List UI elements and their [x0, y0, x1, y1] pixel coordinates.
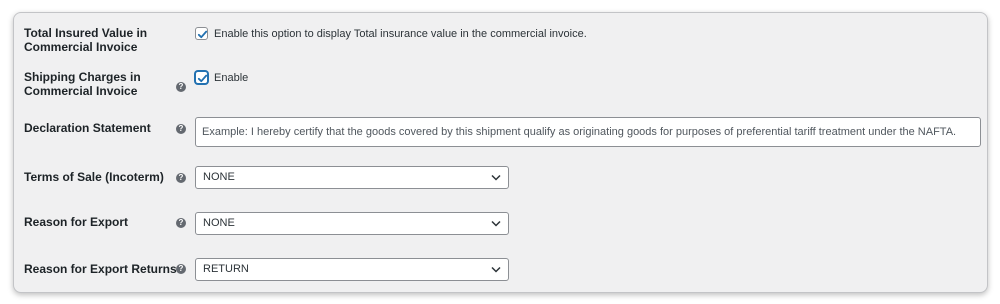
insured-value-checkbox-text: Enable this option to display Total insu…: [214, 28, 587, 40]
checkmark-icon: [197, 30, 208, 39]
question-icon[interactable]: ?: [176, 264, 186, 274]
settings-panel: Total Insured Value in Commercial Invoic…: [13, 12, 988, 293]
question-icon[interactable]: ?: [176, 82, 186, 92]
insured-value-checkbox[interactable]: [195, 27, 208, 40]
question-icon[interactable]: ?: [176, 218, 186, 228]
chevron-down-icon: [491, 220, 501, 227]
terms-of-sale-label: Terms of Sale (Incoterm): [24, 170, 164, 184]
reason-for-export-returns-label: Reason for Export Returns: [24, 262, 177, 276]
question-icon[interactable]: ?: [176, 124, 186, 134]
reason-for-export-value: NONE: [203, 217, 235, 229]
declaration-statement-input[interactable]: Example: I hereby certify that the goods…: [195, 117, 981, 147]
checkmark-icon: [197, 74, 208, 83]
reason-for-export-returns-select[interactable]: RETURN: [195, 258, 509, 281]
insured-value-label: Total Insured Value in Commercial Invoic…: [24, 26, 148, 54]
chevron-down-icon: [491, 266, 501, 273]
shipping-charges-checkbox[interactable]: [195, 71, 208, 84]
question-icon[interactable]: ?: [176, 173, 186, 183]
shipping-charges-label: Shipping Charges in Commercial Invoice: [24, 70, 141, 98]
terms-of-sale-select[interactable]: NONE: [195, 166, 509, 189]
reason-for-export-label: Reason for Export: [24, 215, 129, 229]
shipping-charges-checkbox-text: Enable: [214, 72, 249, 84]
terms-of-sale-value: NONE: [203, 171, 235, 183]
declaration-statement-label: Declaration Statement: [24, 121, 151, 135]
chevron-down-icon: [491, 174, 501, 181]
reason-for-export-select[interactable]: NONE: [195, 212, 509, 235]
reason-for-export-returns-value: RETURN: [203, 263, 249, 275]
